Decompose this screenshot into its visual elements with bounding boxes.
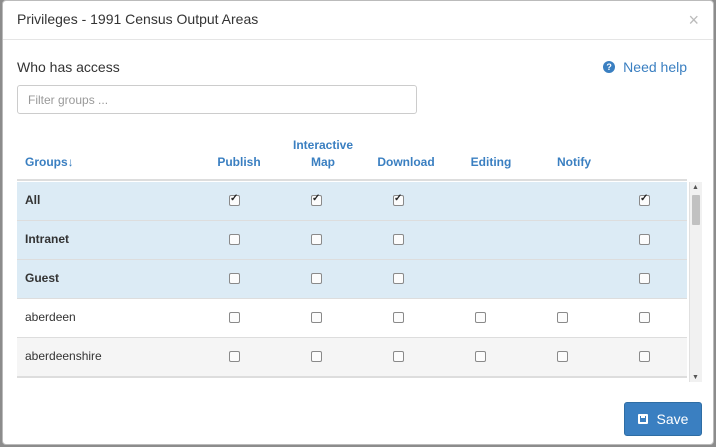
- checkbox-editing[interactable]: [475, 351, 486, 362]
- checkbox-publish[interactable]: [229, 312, 240, 323]
- column-header-interactive-line2: Map: [311, 155, 335, 169]
- privileges-table-body: All Intranet Guest aberdeen aberdeenshire: [17, 182, 687, 378]
- table-row: aberdeenshire: [17, 338, 687, 377]
- checkbox-download[interactable]: [393, 234, 404, 245]
- checkbox-last[interactable]: [639, 193, 650, 206]
- modal-header: Privileges - 1991 Census Output Areas ×: [3, 1, 713, 40]
- checkbox-editing[interactable]: [475, 312, 486, 323]
- checkbox-download[interactable]: [393, 312, 404, 323]
- checkbox-last[interactable]: [639, 312, 650, 323]
- group-name: aberdeen: [25, 310, 76, 324]
- close-icon[interactable]: ×: [688, 11, 699, 29]
- modal-title: Privileges - 1991 Census Output Areas: [17, 11, 259, 27]
- checkbox-publish[interactable]: [229, 234, 240, 245]
- checkbox-download[interactable]: [393, 193, 404, 206]
- table-header: Groups↓ Publish Interactive Map Download…: [17, 137, 687, 181]
- column-header-interactive-map[interactable]: Interactive Map: [288, 137, 358, 171]
- filter-groups-input[interactable]: [17, 85, 417, 114]
- group-name: All: [25, 193, 41, 207]
- checkbox-map[interactable]: [311, 273, 322, 284]
- scrollbar-thumb[interactable]: [692, 195, 700, 225]
- checkbox-last[interactable]: [639, 234, 650, 245]
- checkbox-map[interactable]: [311, 193, 322, 206]
- need-help-label: Need help: [623, 59, 687, 75]
- table-row: Guest: [17, 260, 687, 299]
- column-header-interactive-line1: Interactive: [292, 138, 354, 152]
- scroll-down-arrow-icon[interactable]: ▼: [692, 374, 699, 381]
- column-header-publish[interactable]: Publish: [209, 154, 269, 171]
- group-name: aberdeenshire: [25, 349, 102, 363]
- checkbox-last[interactable]: [639, 351, 650, 362]
- column-header-groups[interactable]: Groups↓: [25, 154, 74, 171]
- table-row: aberdeen: [17, 299, 687, 338]
- checkbox-publish[interactable]: [229, 193, 240, 206]
- column-header-download[interactable]: Download: [371, 154, 441, 171]
- table-row: Intranet: [17, 221, 687, 260]
- table-scrollbar[interactable]: ▲ ▼: [689, 182, 702, 382]
- group-name: Intranet: [25, 232, 70, 246]
- column-header-notify[interactable]: Notify: [544, 154, 604, 171]
- group-name: Guest: [25, 271, 60, 285]
- checkbox-map[interactable]: [311, 312, 322, 323]
- privileges-modal: Privileges - 1991 Census Output Areas × …: [2, 0, 714, 445]
- save-button-label: Save: [656, 411, 689, 427]
- checkbox-download[interactable]: [393, 351, 404, 362]
- question-circle-icon: ?: [603, 61, 616, 73]
- save-button[interactable]: Save: [624, 402, 702, 436]
- checkbox-map[interactable]: [311, 351, 322, 362]
- need-help-link[interactable]: ? Need help: [603, 59, 687, 75]
- checkbox-publish[interactable]: [229, 351, 240, 362]
- table-row: All: [17, 182, 687, 221]
- scroll-up-arrow-icon[interactable]: ▲: [692, 184, 699, 191]
- checkbox-last[interactable]: [639, 273, 650, 284]
- column-header-editing[interactable]: Editing: [458, 154, 524, 171]
- who-has-access-label: Who has access: [17, 59, 120, 75]
- checkbox-download[interactable]: [393, 273, 404, 284]
- floppy-disk-icon: [637, 414, 648, 424]
- checkbox-notify[interactable]: [557, 312, 568, 323]
- checkbox-map[interactable]: [311, 234, 322, 245]
- checkbox-notify[interactable]: [557, 351, 568, 362]
- checkbox-publish[interactable]: [229, 273, 240, 284]
